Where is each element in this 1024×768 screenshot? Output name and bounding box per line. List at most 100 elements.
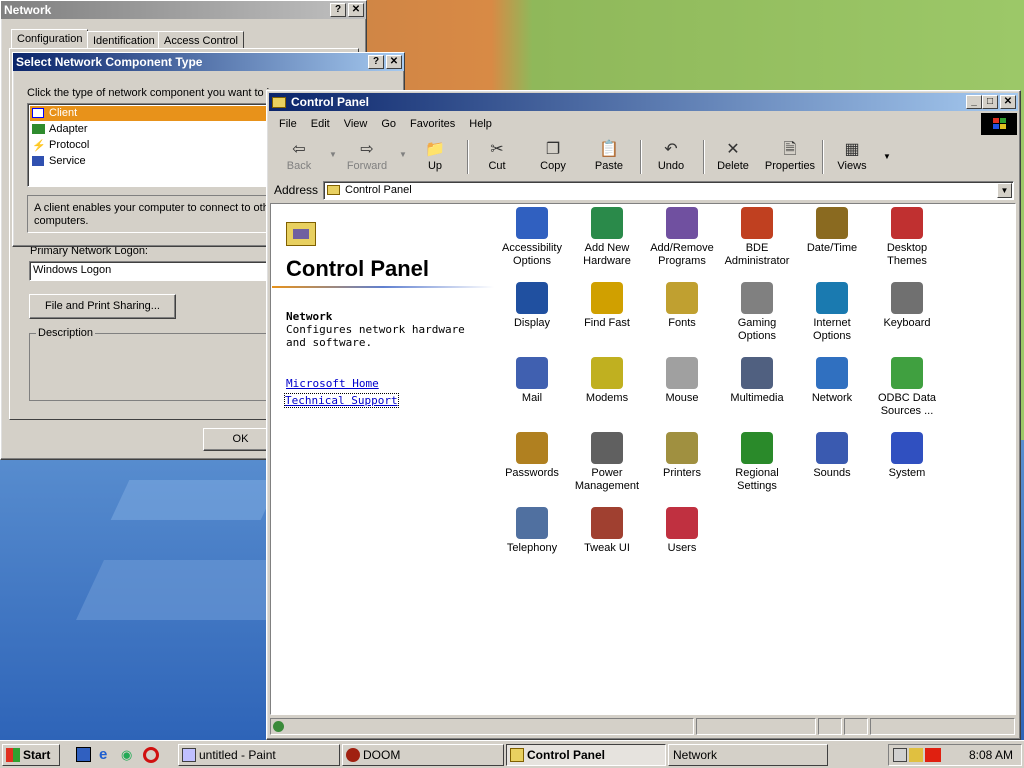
cp-item-desktop-themes[interactable]: Desktop Themes bbox=[869, 207, 945, 268]
menu-file[interactable]: File bbox=[279, 118, 297, 130]
list-item-service[interactable]: Service bbox=[30, 154, 274, 169]
up-button[interactable]: 📁 Up bbox=[408, 140, 462, 176]
cp-item-label: Printers bbox=[663, 467, 701, 479]
task-paint[interactable]: untitled - Paint bbox=[178, 744, 340, 766]
task-doom[interactable]: DOOM bbox=[342, 744, 504, 766]
file-print-sharing-button[interactable]: File and Print Sharing... bbox=[29, 294, 176, 319]
cp-item-gaming-options[interactable]: Gaming Options bbox=[719, 282, 795, 343]
task-control-panel[interactable]: Control Panel bbox=[506, 744, 666, 766]
tray-volume-icon[interactable] bbox=[909, 748, 923, 762]
address-input[interactable]: Control Panel ▼ bbox=[323, 181, 1014, 200]
cp-item-telephony[interactable]: Telephony bbox=[494, 507, 570, 555]
paste-button[interactable]: 📋 Paste bbox=[582, 140, 636, 176]
views-button[interactable]: ▦ Views bbox=[825, 140, 879, 176]
cp-item-multimedia[interactable]: Multimedia bbox=[719, 357, 795, 405]
delete-button[interactable]: ✕ Delete bbox=[706, 140, 760, 176]
cp-item-internet-options[interactable]: Internet Options bbox=[794, 282, 870, 343]
task-network[interactable]: Network bbox=[668, 744, 828, 766]
heading-underline bbox=[272, 286, 494, 288]
minimize-button[interactable]: _ bbox=[966, 95, 982, 109]
users-icon bbox=[666, 507, 698, 539]
cp-item-add-new-hardware[interactable]: Add New Hardware bbox=[569, 207, 645, 268]
component-list[interactable]: Client Adapter ⚡ Protocol Service bbox=[27, 103, 277, 187]
close-button[interactable]: ✕ bbox=[386, 55, 402, 69]
power-management-icon bbox=[591, 432, 623, 464]
views-dropdown-icon[interactable]: ▼ bbox=[883, 152, 891, 161]
menu-view[interactable]: View bbox=[344, 118, 368, 130]
quicklaunch-channels-icon[interactable]: ◉ bbox=[121, 747, 137, 763]
list-item-adapter[interactable]: Adapter bbox=[30, 122, 274, 137]
cp-item-add-remove-programs[interactable]: Add/Remove Programs bbox=[644, 207, 720, 268]
cp-item-users[interactable]: Users bbox=[644, 507, 720, 555]
status-pane-progress bbox=[696, 718, 816, 735]
tab-identification[interactable]: Identification bbox=[87, 31, 161, 49]
cp-item-passwords[interactable]: Passwords bbox=[494, 432, 570, 480]
select-component-titlebar[interactable]: Select Network Component Type ? ✕ bbox=[13, 53, 404, 71]
microsoft-home-link[interactable]: Microsoft Home bbox=[286, 377, 379, 390]
passwords-icon bbox=[516, 432, 548, 464]
start-button[interactable]: Start bbox=[2, 744, 60, 766]
tray-alert-icon[interactable] bbox=[925, 748, 941, 762]
cp-item-find-fast[interactable]: Find Fast bbox=[569, 282, 645, 330]
forward-button[interactable]: ⇨ Forward bbox=[340, 140, 394, 176]
forward-dropdown-icon[interactable]: ▼ bbox=[399, 150, 407, 159]
cp-item-sounds[interactable]: Sounds bbox=[794, 432, 870, 480]
tray-network-icon[interactable] bbox=[893, 748, 907, 762]
cp-item-display[interactable]: Display bbox=[494, 282, 570, 330]
back-button[interactable]: ⇦ Back bbox=[272, 140, 326, 176]
back-label: Back bbox=[286, 160, 312, 172]
close-button[interactable]: ✕ bbox=[1000, 95, 1016, 109]
cp-item-label: Tweak UI bbox=[584, 542, 630, 554]
logon-select[interactable]: Windows Logon bbox=[29, 261, 269, 281]
quicklaunch-ie-icon[interactable]: e bbox=[99, 747, 115, 763]
list-item-client[interactable]: Client bbox=[30, 106, 274, 121]
maximize-button[interactable]: □ bbox=[982, 95, 998, 109]
task-label: untitled - Paint bbox=[199, 748, 276, 762]
cp-item-label: Accessibility Options bbox=[502, 242, 562, 267]
undo-label: Undo bbox=[657, 160, 685, 172]
technical-support-link[interactable]: Technical Support bbox=[284, 393, 399, 408]
service-icon bbox=[32, 156, 44, 166]
cp-item-label: Gaming Options bbox=[737, 317, 777, 342]
cp-item-system[interactable]: System bbox=[869, 432, 945, 480]
properties-button[interactable]: 🗎 Properties bbox=[760, 140, 820, 176]
menu-edit[interactable]: Edit bbox=[311, 118, 330, 130]
list-item-protocol[interactable]: ⚡ Protocol bbox=[30, 138, 274, 153]
help-button[interactable]: ? bbox=[330, 3, 346, 17]
cp-item-printers[interactable]: Printers bbox=[644, 432, 720, 480]
cp-item-accessibility-options[interactable]: Accessibility Options bbox=[494, 207, 570, 268]
cp-item-modems[interactable]: Modems bbox=[569, 357, 645, 405]
cp-item-mouse[interactable]: Mouse bbox=[644, 357, 720, 405]
close-button[interactable]: ✕ bbox=[348, 3, 364, 17]
cp-item-mail[interactable]: Mail bbox=[494, 357, 570, 405]
cp-item-keyboard[interactable]: Keyboard bbox=[869, 282, 945, 330]
back-dropdown-icon[interactable]: ▼ bbox=[329, 150, 337, 159]
address-dropdown-button[interactable]: ▼ bbox=[997, 183, 1012, 198]
cp-item-network[interactable]: Network bbox=[794, 357, 870, 405]
copy-button[interactable]: ❐ Copy bbox=[526, 140, 580, 176]
cut-button[interactable]: ✂ Cut bbox=[470, 140, 524, 176]
date-time-icon bbox=[816, 207, 848, 239]
tab-access-control[interactable]: Access Control bbox=[158, 31, 244, 49]
tweak-ui-icon bbox=[591, 507, 623, 539]
cp-item-regional-settings[interactable]: Regional Settings bbox=[719, 432, 795, 493]
cp-item-tweak-ui[interactable]: Tweak UI bbox=[569, 507, 645, 555]
menu-go[interactable]: Go bbox=[381, 118, 396, 130]
menu-favorites[interactable]: Favorites bbox=[410, 118, 455, 130]
quicklaunch-opera-icon[interactable] bbox=[143, 747, 159, 763]
cp-item-bde-administrator[interactable]: BDE Administrator bbox=[719, 207, 795, 268]
menu-help[interactable]: Help bbox=[469, 118, 492, 130]
cp-item-power-management[interactable]: Power Management bbox=[569, 432, 645, 493]
undo-button[interactable]: ↶ Undo bbox=[644, 140, 698, 176]
clock[interactable]: 8:08 AM bbox=[969, 748, 1013, 762]
tab-configuration[interactable]: Configuration bbox=[11, 29, 89, 49]
instruction-text: Click the type of network component you … bbox=[27, 87, 270, 99]
folder-icon bbox=[272, 96, 286, 108]
control-panel-titlebar[interactable]: Control Panel _ □ ✕ bbox=[269, 93, 1018, 111]
cp-item-odbc-data-sources[interactable]: ODBC Data Sources ... bbox=[869, 357, 945, 418]
cp-item-date-time[interactable]: Date/Time bbox=[794, 207, 870, 255]
help-button[interactable]: ? bbox=[368, 55, 384, 69]
cp-item-fonts[interactable]: Fonts bbox=[644, 282, 720, 330]
quicklaunch-desktop-icon[interactable] bbox=[76, 747, 91, 762]
network-titlebar[interactable]: Network ? ✕ bbox=[1, 1, 366, 19]
